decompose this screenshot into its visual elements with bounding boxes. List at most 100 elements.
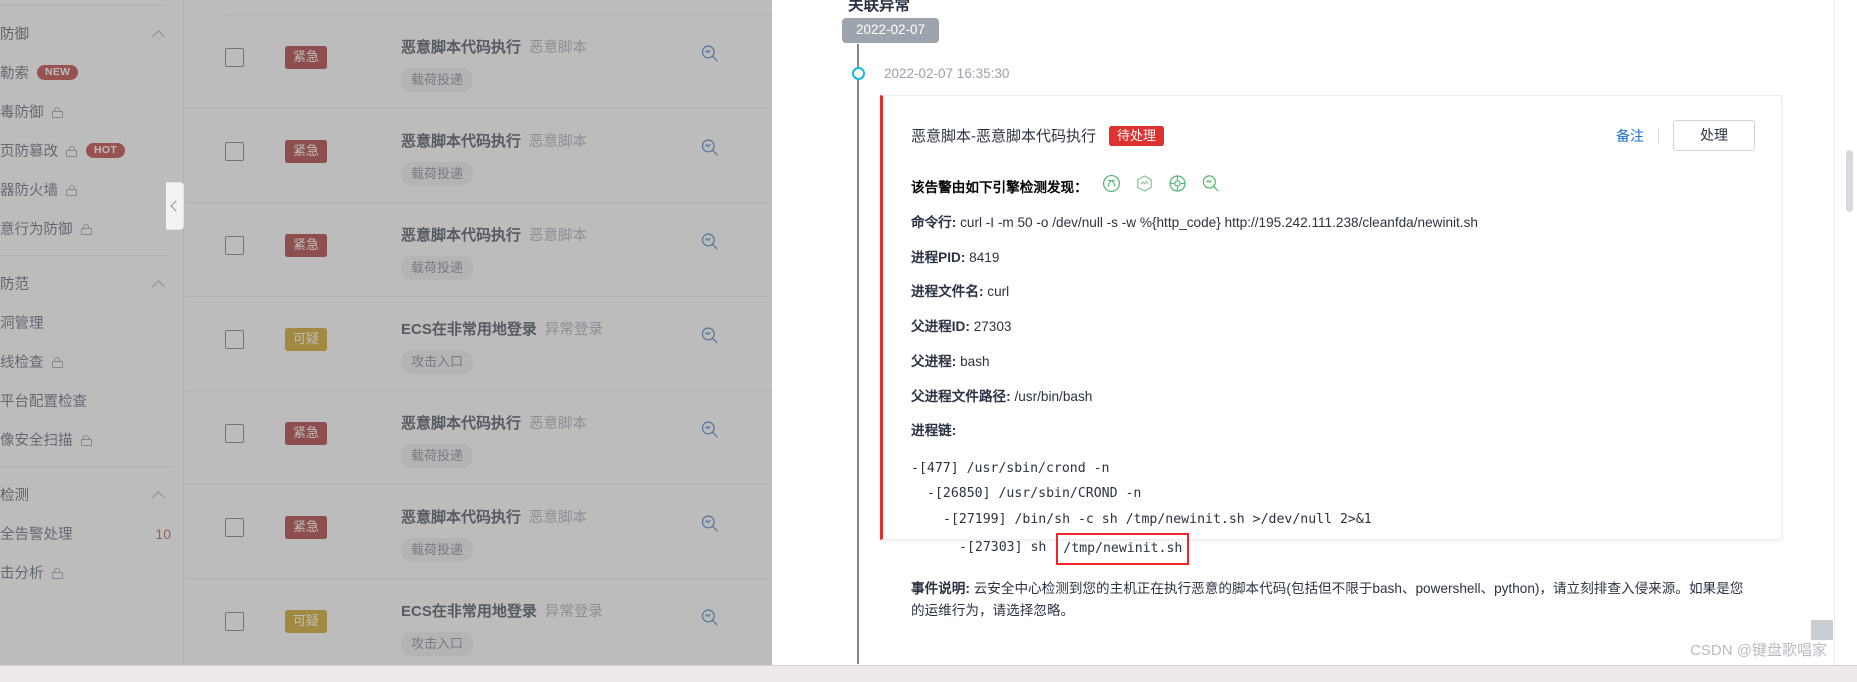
sidebar-item-label: 勒索 (0, 66, 29, 82)
row-stage-chip: 载荷投递 (401, 444, 474, 468)
row-trace-icon[interactable] (700, 326, 719, 345)
detail-field-value: curl (987, 284, 1010, 300)
chevron-left-icon (170, 200, 182, 212)
row-trace-icon[interactable] (700, 44, 719, 63)
engine-wave-hex-icon[interactable] (1135, 174, 1154, 198)
process-chain: -[477] /usr/sbin/crond -n -[26850] /usr/s… (911, 456, 1755, 566)
row-subtype: 异常登录 (544, 604, 603, 620)
row-trace-icon[interactable] (700, 608, 719, 627)
row-checkbox[interactable] (225, 142, 244, 161)
row-trace-icon[interactable] (700, 420, 719, 439)
handle-button[interactable]: 处理 (1673, 120, 1755, 151)
lock-icon (65, 183, 78, 196)
sidebar-item-label: 毒防御 (0, 105, 44, 121)
detail-field-value: curl -I -m 50 -o /dev/null -s -w %{http_… (960, 215, 1478, 230)
table-row[interactable]: 紧急 恶意脚本代码执行 恶意脚本 载荷投递 (185, 109, 772, 203)
sidebar-item-1-0[interactable]: 洞管理 (0, 303, 183, 342)
row-title: 恶意脚本代码执行 (401, 415, 522, 432)
sidebar-item-0-4[interactable]: 意行为防御 (0, 209, 183, 248)
watermark-block (1811, 620, 1833, 640)
sidebar-item-1-3[interactable]: 像安全扫描 (0, 420, 183, 459)
detail-field-3: 父进程ID: 27303 (911, 317, 1755, 337)
engine-search-wave-icon[interactable] (1201, 174, 1220, 198)
sidebar-item-label: 洞管理 (0, 316, 44, 332)
process-chain-text: -[27199] /bin/sh -c sh /tmp/newinit.sh >… (943, 511, 1372, 527)
detail-field-label: 命令行: (911, 215, 957, 230)
row-stage-chip: 载荷投递 (401, 538, 474, 562)
detail-card-actions: 备注 处理 (1616, 120, 1755, 151)
sidebar-item-label: 意行为防御 (0, 222, 73, 238)
sidebar-item-label: 像安全扫描 (0, 433, 73, 449)
timeline-node-dot[interactable] (851, 67, 865, 80)
sidebar-item-2-0[interactable]: 全告警处理 10 (0, 514, 183, 553)
row-title: ECS在非常用地登录 (401, 603, 537, 620)
detail-field-value: bash (960, 353, 990, 369)
severity-badge: 紧急 (285, 46, 328, 69)
sidebar-item-label: 页防篡改 (0, 144, 58, 160)
severity-badge: 紧急 (285, 234, 328, 257)
row-stage-chip: 攻击入口 (401, 632, 474, 656)
row-checkbox[interactable] (225, 48, 244, 67)
sidebar-group-1[interactable]: 防范 (0, 263, 183, 303)
alert-detail-pane: 关联异常 2022-02-07 2022-02-07 16:35:30 恶意脚本… (772, 0, 1857, 682)
row-trace-icon[interactable] (700, 514, 719, 533)
sidebar-item-1-2[interactable]: 平台配置检查 (0, 381, 183, 420)
table-row[interactable]: 紧急 恶意脚本代码执行 恶意脚本 载荷投递 (185, 485, 772, 579)
alert-detail-card: 恶意脚本-恶意脚本代码执行 待处理 备注 处理 该告警由如下引擎检测发现： 命令… (880, 95, 1782, 618)
detection-engines-label: 该告警由如下引擎检测发现： (911, 180, 1088, 195)
table-row[interactable]: 紧急 恶意脚本代码执行 恶意脚本 载荷投递 (185, 391, 772, 485)
severity-badge: 紧急 (285, 140, 328, 163)
timeline-axis (857, 44, 859, 664)
engine-knot-icon[interactable] (1102, 174, 1121, 198)
timeline-date-pill: 2022-02-07 (842, 18, 940, 43)
page-scrollbar-thumb[interactable] (1846, 150, 1853, 212)
detail-field-label: 父进程文件路径: (911, 388, 1011, 404)
row-checkbox[interactable] (225, 518, 244, 537)
lock-icon (65, 144, 78, 157)
alert-rows: 紧急 恶意脚本代码执行 恶意脚本 载荷投递 紧急 恶意脚本代码执行 恶意脚本 载荷投递 紧急 恶意… (185, 15, 772, 673)
sidebar-group-label: 防御 (0, 26, 29, 43)
process-chain-line-3: -[27303] sh /tmp/newinit.sh (911, 532, 1755, 566)
watermark: CSDN @键盘歌唱家 (1690, 642, 1827, 659)
sidebar-item-0-2[interactable]: 页防篡改 HOT (0, 131, 183, 170)
table-row[interactable]: 紧急 恶意脚本代码执行 恶意脚本 载荷投递 (185, 15, 772, 109)
chevron-up-icon (153, 29, 167, 38)
sidebar-item-label: 线检查 (0, 355, 44, 371)
sidebar-group-label: 防范 (0, 276, 29, 293)
detail-field-2: 进程文件名: curl (911, 282, 1755, 302)
sidebar-group-0[interactable]: 防御 (0, 13, 183, 53)
sidebar-item-label: 平台配置检查 (0, 394, 87, 410)
table-row[interactable]: 可疑 ECS在非常用地登录 异常登录 攻击入口 (185, 297, 772, 391)
engine-target-icon[interactable] (1168, 174, 1187, 198)
status-badge: 待处理 (1109, 125, 1165, 146)
sidebar-item-1-1[interactable]: 线检查 (0, 342, 183, 381)
event-description-label: 事件说明: (911, 581, 970, 597)
sidebar-collapse-handle[interactable] (166, 182, 184, 230)
detail-fields: 命令行: curl -I -m 50 -o /dev/null -s -w %{… (911, 213, 1755, 406)
row-trace-icon[interactable] (700, 138, 719, 157)
severity-badge: 紧急 (285, 422, 328, 445)
sidebar-group-2[interactable]: 检测 (0, 474, 183, 514)
row-checkbox[interactable] (225, 424, 244, 443)
remark-button[interactable]: 备注 (1616, 126, 1644, 146)
sidebar-item-2-1[interactable]: 击分析 (0, 553, 183, 592)
row-checkbox[interactable] (225, 236, 244, 255)
row-trace-icon[interactable] (700, 232, 719, 251)
sidebar-item-count: 10 (155, 525, 171, 542)
table-row[interactable]: 可疑 ECS在非常用地登录 异常登录 攻击入口 (185, 579, 772, 673)
lock-icon (80, 433, 93, 446)
sidebar-item-0-3[interactable]: 器防火墙 (0, 170, 183, 209)
sidebar-item-0-1[interactable]: 毒防御 (0, 92, 183, 131)
row-title: 恶意脚本代码执行 (401, 133, 522, 150)
table-row[interactable]: 紧急 恶意脚本代码执行 恶意脚本 载荷投递 (185, 203, 772, 297)
sidebar-item-0-0[interactable]: 勒索 NEW (0, 53, 183, 92)
severity-badge: 紧急 (285, 516, 328, 539)
detail-field-1: 进程PID: 8419 (911, 248, 1755, 268)
row-stage-chip: 攻击入口 (401, 350, 474, 374)
detail-field-5: 父进程文件路径: /usr/bin/bash (911, 387, 1755, 407)
row-checkbox[interactable] (225, 330, 244, 349)
process-chain-text: -[477] /usr/sbin/crond -n (911, 460, 1110, 476)
chevron-up-icon (153, 490, 167, 499)
process-chain-label-row: 进程链: (911, 421, 1755, 441)
row-checkbox[interactable] (225, 612, 244, 631)
